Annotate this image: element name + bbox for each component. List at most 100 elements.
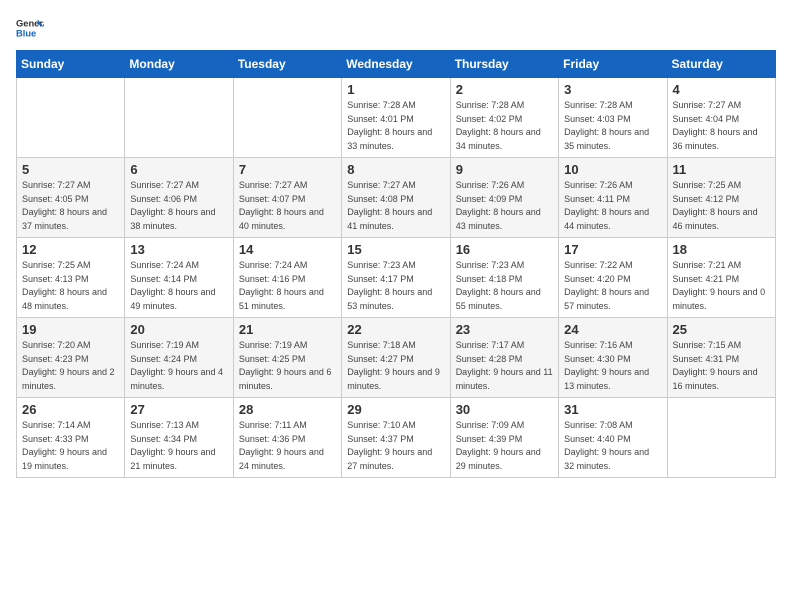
day-detail: Sunrise: 7:22 AMSunset: 4:20 PMDaylight:…: [564, 259, 661, 313]
calendar-cell: 29 Sunrise: 7:10 AMSunset: 4:37 PMDayligh…: [342, 398, 450, 478]
calendar-cell: 23 Sunrise: 7:17 AMSunset: 4:28 PMDayligh…: [450, 318, 558, 398]
day-number: 2: [456, 82, 553, 97]
calendar-week-row: 26Sunrise: 7:14 AMSunset: 4:33 PMDayligh…: [17, 398, 776, 478]
calendar-cell: 11 Sunrise: 7:25 AMSunset: 4:12 PMDayligh…: [667, 158, 775, 238]
logo: General Blue: [16, 16, 44, 40]
day-number: 3: [564, 82, 661, 97]
day-detail: Sunrise: 7:15 AMSunset: 4:31 PMDaylight:…: [673, 339, 770, 393]
day-number: 6: [130, 162, 227, 177]
day-number: 14: [239, 242, 336, 257]
day-detail: Sunrise: 7:24 AMSunset: 4:14 PMDaylight:…: [130, 259, 227, 313]
day-number: 15: [347, 242, 444, 257]
calendar-cell: 13 Sunrise: 7:24 AMSunset: 4:14 PMDayligh…: [125, 238, 233, 318]
calendar-cell: 4 Sunrise: 7:27 AMSunset: 4:04 PMDaylight…: [667, 78, 775, 158]
calendar-cell: 1 Sunrise: 7:28 AMSunset: 4:01 PMDaylight…: [342, 78, 450, 158]
calendar-cell: 14 Sunrise: 7:24 AMSunset: 4:16 PMDayligh…: [233, 238, 341, 318]
day-number: 31: [564, 402, 661, 417]
calendar-cell: 18 Sunrise: 7:21 AMSunset: 4:21 PMDayligh…: [667, 238, 775, 318]
day-number: 28: [239, 402, 336, 417]
day-detail: Sunrise: 7:11 AMSunset: 4:36 PMDaylight:…: [239, 419, 336, 473]
day-number: 23: [456, 322, 553, 337]
calendar-cell: 16 Sunrise: 7:23 AMSunset: 4:18 PMDayligh…: [450, 238, 558, 318]
header-saturday: Saturday: [667, 51, 775, 78]
day-detail: Sunrise: 7:19 AMSunset: 4:25 PMDaylight:…: [239, 339, 336, 393]
day-detail: Sunrise: 7:24 AMSunset: 4:16 PMDaylight:…: [239, 259, 336, 313]
calendar-cell: 22Sunrise: 7:18 AMSunset: 4:27 PMDayligh…: [342, 318, 450, 398]
calendar-cell: 6 Sunrise: 7:27 AMSunset: 4:06 PMDaylight…: [125, 158, 233, 238]
calendar-cell: 10Sunrise: 7:26 AMSunset: 4:11 PMDayligh…: [559, 158, 667, 238]
header-sunday: Sunday: [17, 51, 125, 78]
calendar-cell: 25 Sunrise: 7:15 AMSunset: 4:31 PMDayligh…: [667, 318, 775, 398]
calendar-cell: 7Sunrise: 7:27 AMSunset: 4:07 PMDaylight…: [233, 158, 341, 238]
day-number: 17: [564, 242, 661, 257]
day-number: 1: [347, 82, 444, 97]
day-detail: Sunrise: 7:28 AMSunset: 4:01 PMDaylight:…: [347, 99, 444, 153]
day-number: 13: [130, 242, 227, 257]
calendar-cell: 8 Sunrise: 7:27 AMSunset: 4:08 PMDaylight…: [342, 158, 450, 238]
calendar-cell: 19 Sunrise: 7:20 AMSunset: 4:23 PMDayligh…: [17, 318, 125, 398]
calendar-cell: 2Sunrise: 7:28 AMSunset: 4:02 PMDaylight…: [450, 78, 558, 158]
day-detail: Sunrise: 7:27 AMSunset: 4:06 PMDaylight:…: [130, 179, 227, 233]
day-detail: Sunrise: 7:17 AMSunset: 4:28 PMDaylight:…: [456, 339, 553, 393]
day-detail: Sunrise: 7:08 AMSunset: 4:40 PMDaylight:…: [564, 419, 661, 473]
page-header: General Blue: [16, 16, 776, 40]
calendar-cell: 30 Sunrise: 7:09 AMSunset: 4:39 PMDayligh…: [450, 398, 558, 478]
day-detail: Sunrise: 7:27 AMSunset: 4:04 PMDaylight:…: [673, 99, 770, 153]
day-detail: Sunrise: 7:23 AMSunset: 4:17 PMDaylight:…: [347, 259, 444, 313]
calendar-cell: 17 Sunrise: 7:22 AMSunset: 4:20 PMDayligh…: [559, 238, 667, 318]
calendar-cell: 9Sunrise: 7:26 AMSunset: 4:09 PMDaylight…: [450, 158, 558, 238]
calendar-cell: [125, 78, 233, 158]
calendar-cell: [17, 78, 125, 158]
calendar-cell: 27 Sunrise: 7:13 AMSunset: 4:34 PMDayligh…: [125, 398, 233, 478]
calendar-cell: 26Sunrise: 7:14 AMSunset: 4:33 PMDayligh…: [17, 398, 125, 478]
day-number: 25: [673, 322, 770, 337]
calendar-cell: 21 Sunrise: 7:19 AMSunset: 4:25 PMDayligh…: [233, 318, 341, 398]
logo-icon: General Blue: [16, 16, 44, 40]
calendar-cell: 5 Sunrise: 7:27 AMSunset: 4:05 PMDaylight…: [17, 158, 125, 238]
day-number: 20: [130, 322, 227, 337]
day-detail: Sunrise: 7:27 AMSunset: 4:08 PMDaylight:…: [347, 179, 444, 233]
day-detail: Sunrise: 7:26 AMSunset: 4:09 PMDaylight:…: [456, 179, 553, 233]
day-number: 11: [673, 162, 770, 177]
day-detail: Sunrise: 7:25 AMSunset: 4:13 PMDaylight:…: [22, 259, 119, 313]
day-detail: Sunrise: 7:16 AMSunset: 4:30 PMDaylight:…: [564, 339, 661, 393]
day-detail: Sunrise: 7:25 AMSunset: 4:12 PMDaylight:…: [673, 179, 770, 233]
calendar-cell: 31 Sunrise: 7:08 AMSunset: 4:40 PMDayligh…: [559, 398, 667, 478]
calendar-header-row: SundayMondayTuesdayWednesdayThursdayFrid…: [17, 51, 776, 78]
calendar-cell: 15 Sunrise: 7:23 AMSunset: 4:17 PMDayligh…: [342, 238, 450, 318]
day-number: 27: [130, 402, 227, 417]
header-monday: Monday: [125, 51, 233, 78]
calendar-cell: 12Sunrise: 7:25 AMSunset: 4:13 PMDayligh…: [17, 238, 125, 318]
day-detail: Sunrise: 7:27 AMSunset: 4:05 PMDaylight:…: [22, 179, 119, 233]
calendar-cell: 3 Sunrise: 7:28 AMSunset: 4:03 PMDaylight…: [559, 78, 667, 158]
header-wednesday: Wednesday: [342, 51, 450, 78]
svg-text:Blue: Blue: [16, 29, 36, 39]
day-number: 24: [564, 322, 661, 337]
day-detail: Sunrise: 7:09 AMSunset: 4:39 PMDaylight:…: [456, 419, 553, 473]
calendar-week-row: 1 Sunrise: 7:28 AMSunset: 4:01 PMDaylight…: [17, 78, 776, 158]
day-number: 5: [22, 162, 119, 177]
day-number: 30: [456, 402, 553, 417]
day-number: 4: [673, 82, 770, 97]
day-number: 7: [239, 162, 336, 177]
calendar-cell: [667, 398, 775, 478]
day-number: 21: [239, 322, 336, 337]
calendar-cell: [233, 78, 341, 158]
day-number: 8: [347, 162, 444, 177]
day-number: 22: [347, 322, 444, 337]
calendar-table: SundayMondayTuesdayWednesdayThursdayFrid…: [16, 50, 776, 478]
day-detail: Sunrise: 7:20 AMSunset: 4:23 PMDaylight:…: [22, 339, 119, 393]
header-tuesday: Tuesday: [233, 51, 341, 78]
day-number: 16: [456, 242, 553, 257]
day-detail: Sunrise: 7:10 AMSunset: 4:37 PMDaylight:…: [347, 419, 444, 473]
day-detail: Sunrise: 7:23 AMSunset: 4:18 PMDaylight:…: [456, 259, 553, 313]
day-detail: Sunrise: 7:28 AMSunset: 4:03 PMDaylight:…: [564, 99, 661, 153]
calendar-cell: 20Sunrise: 7:19 AMSunset: 4:24 PMDayligh…: [125, 318, 233, 398]
header-thursday: Thursday: [450, 51, 558, 78]
day-detail: Sunrise: 7:26 AMSunset: 4:11 PMDaylight:…: [564, 179, 661, 233]
day-number: 29: [347, 402, 444, 417]
day-number: 18: [673, 242, 770, 257]
day-number: 19: [22, 322, 119, 337]
day-detail: Sunrise: 7:21 AMSunset: 4:21 PMDaylight:…: [673, 259, 770, 313]
day-detail: Sunrise: 7:13 AMSunset: 4:34 PMDaylight:…: [130, 419, 227, 473]
